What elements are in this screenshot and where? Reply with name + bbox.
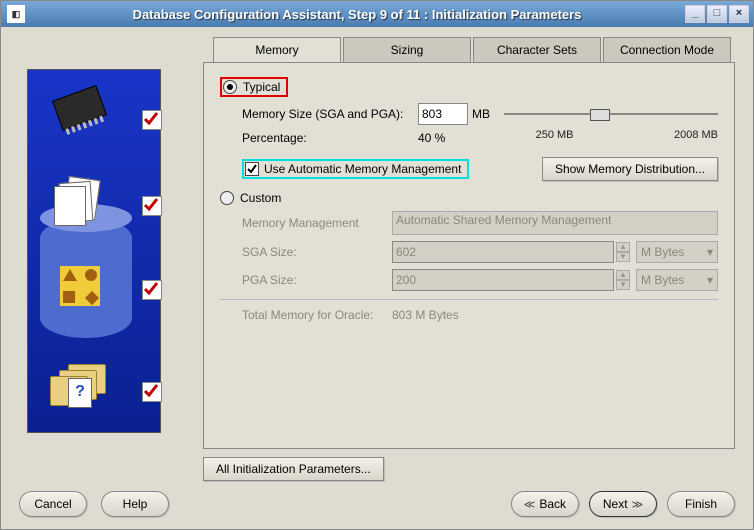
content-area: Memory Sizing Character Sets Connection … xyxy=(169,37,735,481)
wizard-sidebar-panel: ? xyxy=(27,69,161,433)
memory-size-label: Memory Size (SGA and PGA): xyxy=(242,107,418,121)
divider xyxy=(220,299,718,300)
tab-memory[interactable]: Memory xyxy=(213,37,341,62)
highlight-amm: Use Automatic Memory Management xyxy=(242,159,469,179)
folders-icon: ? xyxy=(50,364,110,414)
wizard-sidebar: ? xyxy=(19,37,169,481)
window-title: Database Configuration Assistant, Step 9… xyxy=(31,7,683,22)
chevron-right-icon: ≫ xyxy=(632,498,644,511)
chevron-left-icon: ≪ xyxy=(524,498,536,511)
percentage-label: Percentage: xyxy=(242,131,418,145)
window: ◧ Database Configuration Assistant, Step… xyxy=(0,0,754,530)
titlebar: ◧ Database Configuration Assistant, Step… xyxy=(1,1,753,27)
total-memory-label: Total Memory for Oracle: xyxy=(242,308,392,322)
memory-slider[interactable] xyxy=(504,107,718,121)
cancel-button[interactable]: Cancel xyxy=(19,491,87,517)
body: ? Memory Sizing Character Sets Connectio… xyxy=(1,27,753,529)
radio-custom[interactable] xyxy=(220,191,234,205)
total-memory-value: 803 M Bytes xyxy=(392,308,459,322)
pga-spinner: ▲▼ xyxy=(616,270,630,290)
sga-size-field xyxy=(392,241,614,263)
checkbox-amm[interactable] xyxy=(245,162,259,176)
finish-button[interactable]: Finish xyxy=(667,491,735,517)
sga-spinner: ▲▼ xyxy=(616,242,630,262)
memory-management-select: Automatic Shared Memory Management xyxy=(392,211,718,235)
memory-management-label: Memory Management xyxy=(242,216,392,230)
close-button[interactable]: × xyxy=(729,5,749,23)
slider-max-label: 2008 MB xyxy=(674,129,718,141)
app-icon: ◧ xyxy=(7,5,25,23)
step-check-3 xyxy=(142,280,162,300)
all-initialization-parameters-button[interactable]: All Initialization Parameters... xyxy=(203,457,384,481)
memory-size-unit: MB xyxy=(472,107,490,121)
tabs: Memory Sizing Character Sets Connection … xyxy=(213,37,735,62)
back-button[interactable]: ≪Back xyxy=(511,491,579,517)
tab-sizing[interactable]: Sizing xyxy=(343,37,471,62)
shapes-icon xyxy=(60,266,100,306)
sga-size-label: SGA Size: xyxy=(242,245,392,259)
tab-connection-mode[interactable]: Connection Mode xyxy=(603,37,731,62)
memory-panel: Typical Memory Size (SGA and PGA): MB xyxy=(203,62,735,449)
main: ? Memory Sizing Character Sets Connectio… xyxy=(19,37,735,481)
tab-character-sets[interactable]: Character Sets xyxy=(473,37,601,62)
all-params-row: All Initialization Parameters... xyxy=(203,457,735,481)
documents-icon xyxy=(54,178,104,224)
memory-management-value: Automatic Shared Memory Management xyxy=(396,213,611,227)
show-memory-distribution-button[interactable]: Show Memory Distribution... xyxy=(542,157,718,181)
maximize-button[interactable]: □ xyxy=(707,5,727,23)
slider-mid-label: 250 MB xyxy=(536,129,574,141)
memory-size-field[interactable] xyxy=(418,103,468,125)
sga-unit-select: M Bytes▾ xyxy=(636,241,718,263)
chip-icon xyxy=(52,85,107,131)
custom-label: Custom xyxy=(240,191,281,205)
question-file-icon: ? xyxy=(68,378,92,408)
pga-size-label: PGA Size: xyxy=(242,273,392,287)
amm-label: Use Automatic Memory Management xyxy=(264,162,461,176)
percentage-value: 40 % xyxy=(418,131,478,145)
help-button[interactable]: Help xyxy=(101,491,169,517)
step-check-2 xyxy=(142,196,162,216)
highlight-typical: Typical xyxy=(220,77,288,97)
typical-label: Typical xyxy=(243,80,280,94)
next-button[interactable]: Next≫ xyxy=(589,491,657,517)
radio-typical[interactable] xyxy=(223,80,237,94)
minimize-button[interactable]: _ xyxy=(685,5,705,23)
step-check-4 xyxy=(142,382,162,402)
pga-unit-select: M Bytes▾ xyxy=(636,269,718,291)
pga-size-field xyxy=(392,269,614,291)
step-check-1 xyxy=(142,110,162,130)
footer: Cancel Help ≪Back Next≫ Finish xyxy=(19,481,735,529)
window-buttons: _ □ × xyxy=(683,5,749,23)
